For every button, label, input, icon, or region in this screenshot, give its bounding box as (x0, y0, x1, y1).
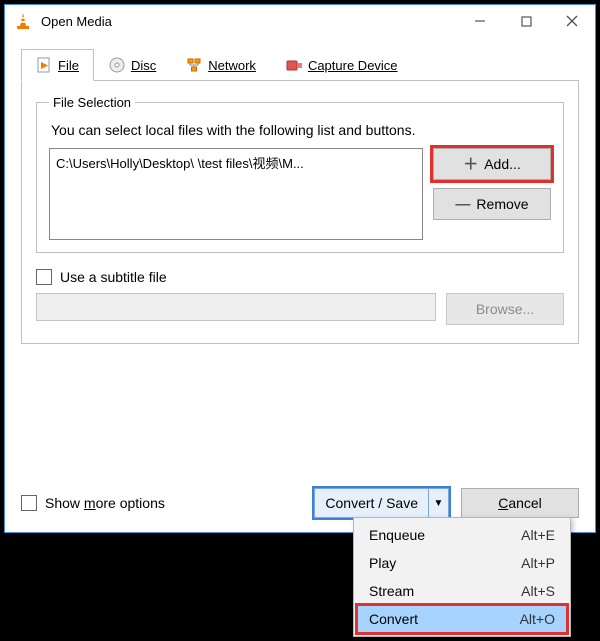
dropdown-arrow-icon[interactable]: ▼ (428, 489, 448, 517)
capture-icon (286, 57, 302, 73)
tab-label: Network (208, 58, 256, 73)
minimize-button[interactable] (457, 5, 503, 37)
group-legend: File Selection (49, 95, 135, 110)
open-media-dialog: Open Media File Disc (4, 4, 596, 533)
file-entry: C:\Users\Holly\Desktop\ \test files\视频\M… (56, 156, 304, 171)
titlebar: Open Media (5, 5, 595, 37)
tab-file[interactable]: File (21, 49, 94, 81)
remove-button[interactable]: — Remove (433, 188, 551, 220)
menu-label: Stream (369, 583, 521, 599)
network-icon (186, 57, 202, 73)
tab-label: Disc (131, 58, 156, 73)
file-selection-group: File Selection You can select local file… (36, 95, 564, 253)
tab-disc[interactable]: Disc (94, 49, 171, 81)
subtitle-checkbox[interactable] (36, 269, 52, 285)
subtitle-path-input (36, 293, 436, 321)
file-list[interactable]: C:\Users\Holly\Desktop\ \test files\视频\M… (49, 148, 423, 240)
add-button[interactable]: ＋ Add... (433, 148, 551, 180)
convert-save-split-button[interactable]: Convert / Save ▼ (314, 488, 449, 518)
button-label: Remove (476, 196, 528, 212)
tab-label: Capture Device (308, 58, 398, 73)
file-selection-hint: You can select local files with the foll… (51, 122, 551, 138)
file-icon (36, 57, 52, 73)
vlc-cone-icon (13, 11, 33, 31)
window-title: Open Media (41, 14, 112, 29)
tabs: File Disc Network Capture Device (21, 49, 579, 81)
show-more-label: Show more options (45, 495, 165, 511)
menu-shortcut: Alt+S (521, 583, 555, 599)
show-more-checkbox[interactable] (21, 495, 37, 511)
menu-label: Play (369, 555, 521, 571)
button-label: Add... (484, 156, 521, 172)
menu-shortcut: Alt+E (521, 527, 555, 543)
maximize-button[interactable] (503, 5, 549, 37)
tab-network[interactable]: Network (171, 49, 271, 81)
menu-item-convert[interactable]: Convert Alt+O (357, 605, 567, 633)
menu-item-play[interactable]: Play Alt+P (357, 549, 567, 577)
menu-label: Enqueue (369, 527, 521, 543)
browse-button: Browse... (446, 293, 564, 325)
plus-icon: ＋ (463, 157, 478, 172)
convert-save-menu: Enqueue Alt+E Play Alt+P Stream Alt+S Co… (353, 517, 571, 637)
subtitle-label: Use a subtitle file (60, 269, 167, 285)
menu-shortcut: Alt+O (520, 611, 555, 627)
menu-item-stream[interactable]: Stream Alt+S (357, 577, 567, 605)
button-label: Browse... (476, 301, 534, 317)
menu-label: Convert (369, 611, 520, 627)
menu-item-enqueue[interactable]: Enqueue Alt+E (357, 521, 567, 549)
button-label: Cancel (498, 495, 542, 511)
disc-icon (109, 57, 125, 73)
tab-label: File (58, 58, 79, 73)
close-button[interactable] (549, 5, 595, 37)
cancel-button[interactable]: Cancel (461, 488, 579, 518)
convert-save-label[interactable]: Convert / Save (315, 489, 428, 517)
file-panel: File Selection You can select local file… (21, 80, 579, 344)
minus-icon: — (455, 197, 470, 212)
tab-capture[interactable]: Capture Device (271, 49, 413, 81)
menu-shortcut: Alt+P (521, 555, 555, 571)
